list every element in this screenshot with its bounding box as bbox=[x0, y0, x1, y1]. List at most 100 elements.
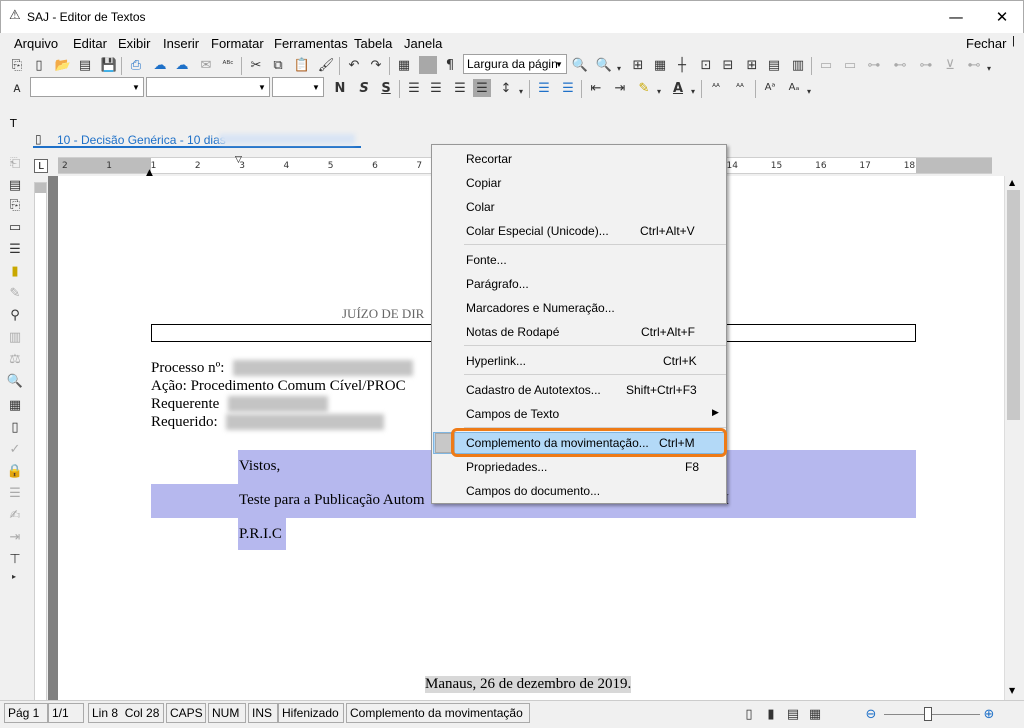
menu-fechar[interactable]: Fechar bbox=[966, 36, 1006, 51]
format-painter-icon[interactable]: 🖌 bbox=[317, 56, 335, 74]
menu-exibir[interactable]: Exibir bbox=[118, 36, 151, 51]
line-spacing-icon[interactable]: ↕ bbox=[497, 79, 515, 97]
bold-icon[interactable]: N bbox=[331, 79, 349, 97]
cut-icon[interactable]: ✂ bbox=[247, 56, 265, 74]
font-color-icon[interactable]: A bbox=[669, 79, 687, 97]
menu-item-colar[interactable]: Colar bbox=[432, 196, 726, 218]
line-spacing-dropdown-icon[interactable]: ▾ bbox=[517, 83, 525, 101]
outdent-icon[interactable]: ⇤ bbox=[587, 79, 605, 97]
zoom-combo[interactable]: Largura da págin ▼ bbox=[463, 54, 567, 74]
open-folder-icon[interactable]: 📂 bbox=[54, 56, 72, 74]
redo-icon[interactable]: ↷ bbox=[367, 56, 385, 74]
close-button[interactable]: ✕ bbox=[979, 1, 1024, 33]
view-outline-icon[interactable]: ▦ bbox=[806, 705, 824, 723]
menu-item-campos-documento[interactable]: Campos do documento... bbox=[432, 480, 726, 502]
superscript-icon[interactable]: Aᵃ bbox=[761, 79, 779, 97]
cloud-icon[interactable]: ☁ bbox=[151, 56, 169, 74]
highlight-dropdown-icon[interactable]: ▾ bbox=[655, 83, 663, 101]
menu-item-propriedades[interactable]: Propriedades... F8 bbox=[432, 456, 726, 478]
new-from-model-icon[interactable]: ⎘ bbox=[8, 56, 26, 74]
menu-item-hyperlink[interactable]: Hyperlink... Ctrl+K bbox=[432, 350, 726, 372]
zoom-in-button-icon[interactable]: ⊕ bbox=[980, 705, 998, 723]
open-model-icon[interactable]: ▤ bbox=[76, 56, 94, 74]
font-combo[interactable]: ▼ bbox=[146, 77, 270, 97]
menu-ferramentas[interactable]: Ferramentas bbox=[274, 36, 348, 51]
email-icon[interactable]: ✉ bbox=[197, 56, 215, 74]
view-web-icon[interactable]: ▤ bbox=[784, 705, 802, 723]
lock-icon[interactable]: 🔒 bbox=[6, 462, 24, 480]
search-doc-icon[interactable]: 🔍 bbox=[6, 372, 24, 390]
subscript-icon[interactable]: Aₐ bbox=[785, 79, 803, 97]
justify-icon[interactable]: ☰ bbox=[473, 79, 491, 97]
minimize-button[interactable]: — bbox=[933, 1, 979, 33]
scroll-down-icon[interactable]: ▼ bbox=[1009, 686, 1015, 695]
calendar-icon[interactable]: ▦ bbox=[6, 396, 24, 414]
cloud-sync-icon[interactable]: ☁ bbox=[173, 56, 191, 74]
tab-stop-selector[interactable]: L bbox=[34, 159, 48, 173]
insert-col-icon[interactable]: ▭ bbox=[841, 56, 859, 74]
align-center-icon[interactable]: ☰ bbox=[427, 79, 445, 97]
spellcheck-icon[interactable]: ᴬᴮᶜ bbox=[219, 56, 237, 74]
menu-item-fonte[interactable]: Fonte... bbox=[432, 249, 726, 271]
print-icon[interactable]: ⎙ bbox=[127, 56, 145, 74]
numbering-icon[interactable]: ☰ bbox=[559, 79, 577, 97]
style-icon[interactable]: ᴀ bbox=[8, 79, 26, 97]
award-icon[interactable]: ⚲ bbox=[6, 306, 24, 324]
split-cells-icon[interactable]: ⊞ bbox=[743, 56, 761, 74]
filter-icon[interactable]: ⊻ bbox=[941, 56, 959, 74]
save-icon[interactable]: 💾 bbox=[100, 56, 118, 74]
paste-icon[interactable]: 📋 bbox=[293, 56, 311, 74]
style-combo[interactable]: ▼ bbox=[30, 77, 144, 97]
highlight-icon[interactable]: ✎ bbox=[635, 79, 653, 97]
menu-tabela[interactable]: Tabela bbox=[354, 36, 392, 51]
left-toolbar-overflow-icon[interactable]: ▸ bbox=[10, 568, 18, 586]
border-box-icon[interactable]: ⊡ bbox=[697, 56, 715, 74]
table-grid-icon[interactable]: ▦ bbox=[651, 56, 669, 74]
history-icon[interactable]: ⎘ bbox=[6, 196, 24, 214]
toolbar-overflow-icon-3[interactable]: ▾ bbox=[805, 83, 813, 101]
menu-item-recortar[interactable]: Recortar bbox=[432, 148, 726, 170]
export-icon[interactable]: ⇥ bbox=[6, 528, 24, 546]
folder-doc-icon[interactable]: ▮ bbox=[6, 262, 24, 280]
undo-icon[interactable]: ↶ bbox=[345, 56, 363, 74]
paint-roller-icon[interactable]: ⊤ bbox=[6, 550, 24, 568]
template-icon[interactable]: ▯ bbox=[6, 418, 24, 436]
menu-item-autotextos[interactable]: Cadastro de Autotextos... Shift+Ctrl+F3 bbox=[432, 379, 726, 401]
menu-item-paragrafo[interactable]: Parágrafo... bbox=[432, 273, 726, 295]
font-grow-icon[interactable]: ᴬᴬ bbox=[707, 79, 725, 97]
view-page-icon[interactable]: ▯ bbox=[740, 705, 758, 723]
scrollbar-thumb[interactable] bbox=[1007, 190, 1020, 420]
align-right-icon[interactable]: ☰ bbox=[451, 79, 469, 97]
pilcrow-icon[interactable]: ¶ bbox=[441, 56, 459, 74]
menu-item-notas-rodape[interactable]: Notas de Rodapé Ctrl+Alt+F bbox=[432, 321, 726, 343]
table-props-icon[interactable]: ▤ bbox=[765, 56, 783, 74]
outline-icon[interactable]: ⊷ bbox=[965, 56, 983, 74]
menu-arquivo[interactable]: Arquivo bbox=[14, 36, 58, 51]
list-icon[interactable]: ☰ bbox=[6, 240, 24, 258]
underline-icon[interactable]: S bbox=[377, 79, 395, 97]
menu-inserir[interactable]: Inserir bbox=[163, 36, 199, 51]
show-marks-toggle-icon[interactable] bbox=[419, 56, 437, 74]
view-two-page-icon[interactable]: ▮ bbox=[762, 705, 780, 723]
crosshair-icon[interactable]: ┼ bbox=[673, 56, 691, 74]
merge-cells-icon[interactable]: ⊟ bbox=[719, 56, 737, 74]
menu-janela[interactable]: Janela bbox=[404, 36, 442, 51]
zoom-in-icon[interactable]: 🔍 bbox=[595, 56, 613, 74]
text-direction-icon[interactable]: T bbox=[10, 117, 24, 131]
list-tree-icon[interactable]: ⊶ bbox=[917, 56, 935, 74]
copy-icon[interactable]: ⧉ bbox=[269, 56, 287, 74]
new-document-icon[interactable]: ▯ bbox=[30, 56, 48, 74]
tree-branch-icon[interactable]: ⊷ bbox=[891, 56, 909, 74]
zoom-out-icon[interactable]: 🔍 bbox=[571, 56, 589, 74]
align-left-icon[interactable]: ☰ bbox=[405, 79, 423, 97]
zoom-slider-thumb[interactable] bbox=[924, 707, 932, 721]
list-alt-icon[interactable]: ☰ bbox=[6, 484, 24, 502]
scroll-up-icon[interactable]: ▲ bbox=[1009, 178, 1015, 187]
vertical-scrollbar[interactable]: ▲ ▼ bbox=[1004, 176, 1022, 700]
font-size-combo[interactable]: ▼ bbox=[272, 77, 324, 97]
menu-formatar[interactable]: Formatar bbox=[211, 36, 264, 51]
menu-editar[interactable]: Editar bbox=[73, 36, 107, 51]
columns-icon[interactable]: ▥ bbox=[6, 328, 24, 346]
indent-icon[interactable]: ⇥ bbox=[611, 79, 629, 97]
zoom-slider-track[interactable] bbox=[884, 714, 980, 715]
